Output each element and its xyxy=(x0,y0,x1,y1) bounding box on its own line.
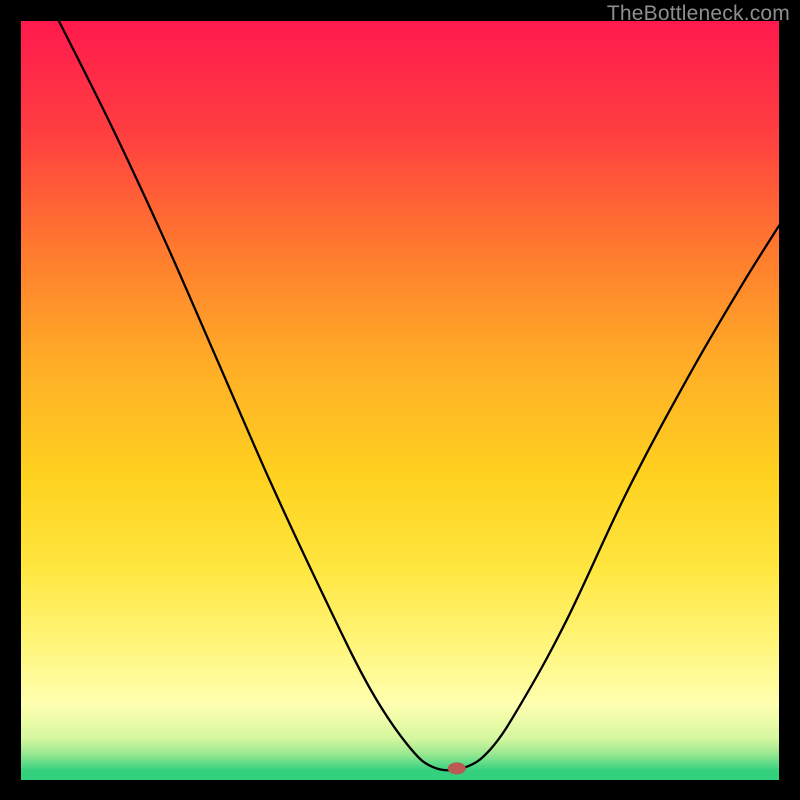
curve-layer xyxy=(21,21,779,779)
optimum-marker xyxy=(448,762,466,774)
outer-frame: TheBottleneck.com xyxy=(0,0,800,800)
bottleneck-curve xyxy=(59,21,779,770)
plot-area xyxy=(21,21,779,779)
